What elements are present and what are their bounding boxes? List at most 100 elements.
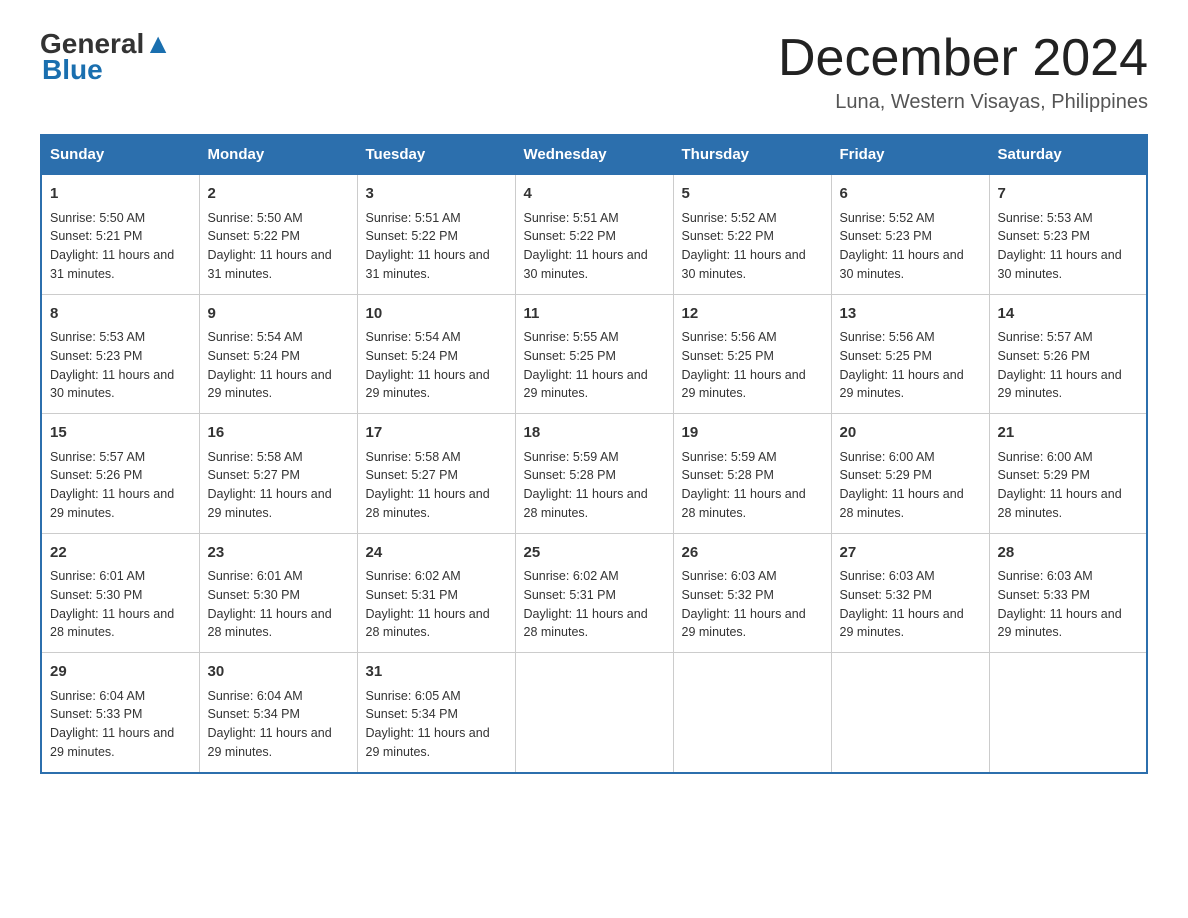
sunset-info: Sunset: 5:23 PM [840, 229, 932, 243]
sunset-info: Sunset: 5:25 PM [524, 349, 616, 363]
day-number: 11 [524, 303, 665, 326]
daylight-info: Daylight: 11 hours and 29 minutes. [50, 487, 174, 520]
sunrise-info: Sunrise: 5:59 AM [682, 450, 777, 464]
weekday-header-thursday: Thursday [673, 135, 831, 174]
sunset-info: Sunset: 5:23 PM [50, 349, 142, 363]
sunset-info: Sunset: 5:33 PM [50, 707, 142, 721]
day-number: 7 [998, 183, 1139, 206]
daylight-info: Daylight: 11 hours and 31 minutes. [208, 248, 332, 281]
sunrise-info: Sunrise: 5:58 AM [208, 450, 303, 464]
sunrise-info: Sunrise: 5:50 AM [50, 211, 145, 225]
daylight-info: Daylight: 11 hours and 30 minutes. [840, 248, 964, 281]
sunset-info: Sunset: 5:24 PM [208, 349, 300, 363]
day-number: 31 [366, 661, 507, 684]
sunrise-info: Sunrise: 5:54 AM [208, 330, 303, 344]
sunrise-info: Sunrise: 6:01 AM [208, 569, 303, 583]
day-number: 13 [840, 303, 981, 326]
sunrise-info: Sunrise: 6:00 AM [998, 450, 1093, 464]
calendar-cell: 19Sunrise: 5:59 AMSunset: 5:28 PMDayligh… [673, 414, 831, 534]
calendar-cell: 30Sunrise: 6:04 AMSunset: 5:34 PMDayligh… [199, 653, 357, 773]
day-number: 19 [682, 422, 823, 445]
sunset-info: Sunset: 5:29 PM [998, 468, 1090, 482]
sunset-info: Sunset: 5:31 PM [366, 588, 458, 602]
weekday-header-tuesday: Tuesday [357, 135, 515, 174]
daylight-info: Daylight: 11 hours and 28 minutes. [366, 607, 490, 640]
sunset-info: Sunset: 5:28 PM [524, 468, 616, 482]
calendar-cell: 17Sunrise: 5:58 AMSunset: 5:27 PMDayligh… [357, 414, 515, 534]
calendar-cell: 31Sunrise: 6:05 AMSunset: 5:34 PMDayligh… [357, 653, 515, 773]
day-number: 10 [366, 303, 507, 326]
sunset-info: Sunset: 5:34 PM [208, 707, 300, 721]
daylight-info: Daylight: 11 hours and 30 minutes. [998, 248, 1122, 281]
sunset-info: Sunset: 5:26 PM [998, 349, 1090, 363]
daylight-info: Daylight: 11 hours and 28 minutes. [998, 487, 1122, 520]
logo-blue-text: ▲ [144, 28, 172, 59]
sunrise-info: Sunrise: 6:02 AM [524, 569, 619, 583]
daylight-info: Daylight: 11 hours and 30 minutes. [682, 248, 806, 281]
calendar-cell: 5Sunrise: 5:52 AMSunset: 5:22 PMDaylight… [673, 174, 831, 294]
weekday-header-monday: Monday [199, 135, 357, 174]
day-number: 16 [208, 422, 349, 445]
day-number: 29 [50, 661, 191, 684]
daylight-info: Daylight: 11 hours and 29 minutes. [208, 368, 332, 401]
sunset-info: Sunset: 5:22 PM [682, 229, 774, 243]
daylight-info: Daylight: 11 hours and 29 minutes. [524, 368, 648, 401]
day-number: 12 [682, 303, 823, 326]
daylight-info: Daylight: 11 hours and 28 minutes. [840, 487, 964, 520]
sunset-info: Sunset: 5:32 PM [840, 588, 932, 602]
sunset-info: Sunset: 5:30 PM [50, 588, 142, 602]
calendar-cell: 22 Sunrise: 6:01 AM Sunset: 5:30 PM Dayligh… [41, 533, 199, 653]
sunset-info: Sunset: 5:22 PM [366, 229, 458, 243]
daylight-info: Daylight: 11 hours and 29 minutes. [998, 368, 1122, 401]
daylight-info: Daylight: 11 hours and 29 minutes. [682, 368, 806, 401]
sunset-info: Sunset: 5:27 PM [366, 468, 458, 482]
calendar-cell: 9 Sunrise: 5:54 AM Sunset: 5:24 PM Daylight… [199, 294, 357, 414]
sunrise-info: Sunrise: 6:03 AM [840, 569, 935, 583]
sunrise-info: Sunrise: 6:00 AM [840, 450, 935, 464]
calendar-cell: 4Sunrise: 5:51 AMSunset: 5:22 PMDaylight… [515, 174, 673, 294]
calendar-cell: 6Sunrise: 5:52 AMSunset: 5:23 PMDaylight… [831, 174, 989, 294]
sunrise-info: Sunrise: 6:05 AM [366, 689, 461, 703]
sunrise-info: Sunrise: 5:55 AM [524, 330, 619, 344]
calendar-table: SundayMondayTuesdayWednesdayThursdayFrid… [40, 134, 1148, 774]
calendar-cell: 20Sunrise: 6:00 AMSunset: 5:29 PMDayligh… [831, 414, 989, 534]
sunrise-info: Sunrise: 5:53 AM [50, 330, 145, 344]
sunset-info: Sunset: 5:32 PM [682, 588, 774, 602]
weekday-header-row: SundayMondayTuesdayWednesdayThursdayFrid… [41, 135, 1147, 174]
calendar-cell: 11 Sunrise: 5:55 AM Sunset: 5:25 PM Dayligh… [515, 294, 673, 414]
daylight-info: Daylight: 11 hours and 31 minutes. [50, 248, 174, 281]
daylight-info: Daylight: 11 hours and 28 minutes. [50, 607, 174, 640]
page-header: General▲ Blue December 2024 Luna, Wester… [40, 30, 1148, 114]
calendar-cell: 25Sunrise: 6:02 AMSunset: 5:31 PMDayligh… [515, 533, 673, 653]
calendar-cell: 10Sunrise: 5:54 AMSunset: 5:24 PMDayligh… [357, 294, 515, 414]
day-number: 26 [682, 542, 823, 565]
sunset-info: Sunset: 5:26 PM [50, 468, 142, 482]
sunrise-info: Sunrise: 5:51 AM [366, 211, 461, 225]
day-number: 9 [208, 303, 349, 326]
sunset-info: Sunset: 5:25 PM [840, 349, 932, 363]
calendar-cell: 24Sunrise: 6:02 AMSunset: 5:31 PMDayligh… [357, 533, 515, 653]
calendar-cell: 3Sunrise: 5:51 AMSunset: 5:22 PMDaylight… [357, 174, 515, 294]
location-title: Luna, Western Visayas, Philippines [778, 91, 1148, 114]
day-number: 22 [50, 542, 191, 565]
daylight-info: Daylight: 11 hours and 29 minutes. [366, 726, 490, 759]
sunrise-info: Sunrise: 6:01 AM [50, 569, 145, 583]
sunrise-info: Sunrise: 5:52 AM [840, 211, 935, 225]
sunrise-info: Sunrise: 6:02 AM [366, 569, 461, 583]
sunset-info: Sunset: 5:23 PM [998, 229, 1090, 243]
sunset-info: Sunset: 5:25 PM [682, 349, 774, 363]
sunrise-info: Sunrise: 6:04 AM [50, 689, 145, 703]
sunrise-info: Sunrise: 5:58 AM [366, 450, 461, 464]
sunrise-info: Sunrise: 5:57 AM [50, 450, 145, 464]
sunset-info: Sunset: 5:33 PM [998, 588, 1090, 602]
logo-sub: Blue [40, 54, 103, 86]
calendar-cell: 18Sunrise: 5:59 AMSunset: 5:28 PMDayligh… [515, 414, 673, 534]
daylight-info: Daylight: 11 hours and 28 minutes. [366, 487, 490, 520]
sunrise-info: Sunrise: 6:03 AM [682, 569, 777, 583]
calendar-cell: 28Sunrise: 6:03 AMSunset: 5:33 PMDayligh… [989, 533, 1147, 653]
title-area: December 2024 Luna, Western Visayas, Phi… [778, 30, 1148, 114]
daylight-info: Daylight: 11 hours and 29 minutes. [840, 368, 964, 401]
daylight-info: Daylight: 11 hours and 29 minutes. [840, 607, 964, 640]
sunset-info: Sunset: 5:29 PM [840, 468, 932, 482]
daylight-info: Daylight: 11 hours and 29 minutes. [998, 607, 1122, 640]
